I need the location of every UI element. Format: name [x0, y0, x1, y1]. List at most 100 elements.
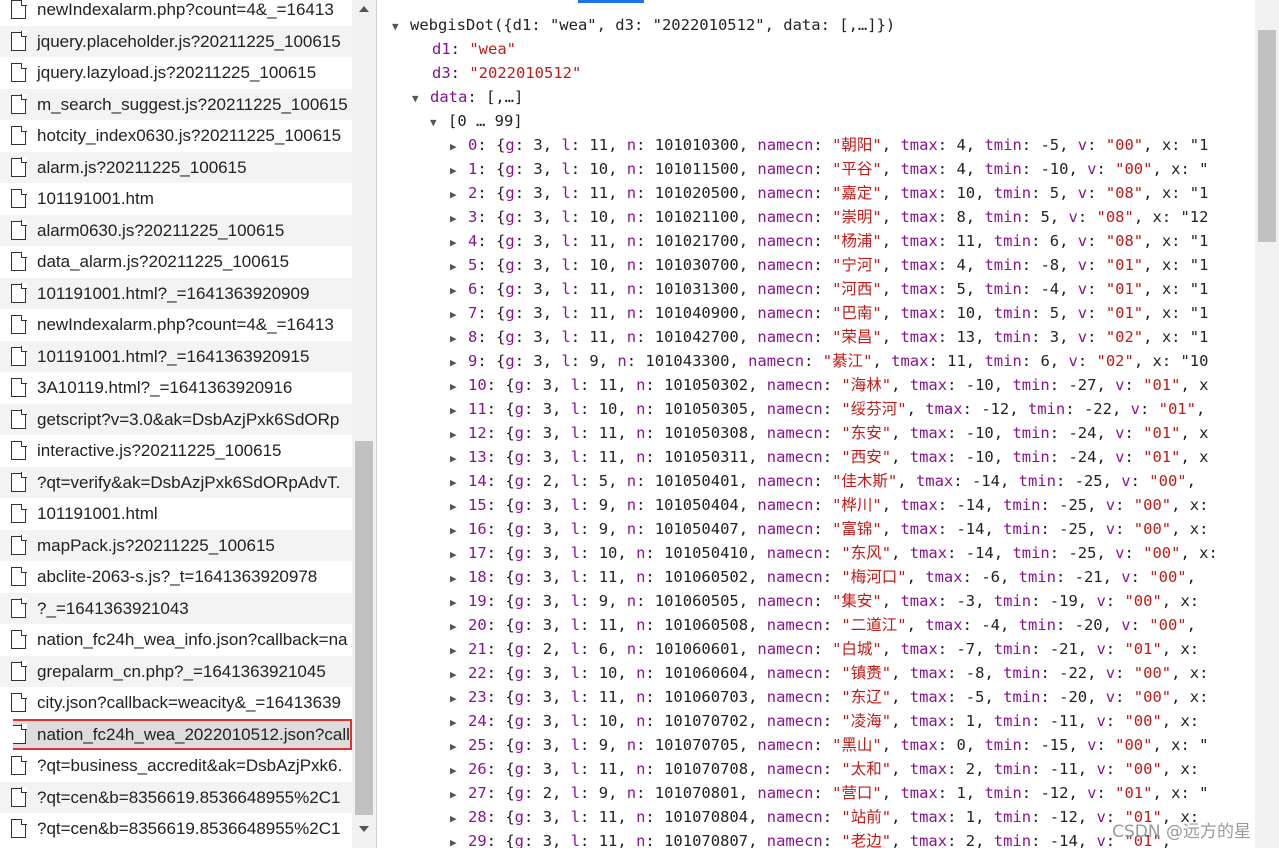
- scrollbar-thumb[interactable]: [355, 441, 373, 815]
- collapsed-triangle-icon[interactable]: ▶: [450, 495, 468, 519]
- request-row[interactable]: alarm0630.js?20211225_100615: [0, 214, 352, 246]
- collapsed-triangle-icon[interactable]: ▶: [450, 207, 468, 231]
- request-row[interactable]: jquery.lazyload.js?20211225_100615: [0, 57, 352, 89]
- request-row[interactable]: ?qt=cen&b=8356619.8536648955%2C1: [0, 813, 352, 845]
- entry-row[interactable]: ▶ 23: {g: 3, l: 11, n: 101060703, namecn:…: [378, 685, 1258, 709]
- collapsed-triangle-icon[interactable]: ▶: [450, 543, 468, 567]
- entry-row[interactable]: ▶ 1: {g: 3, l: 10, n: 101011500, namecn: …: [378, 157, 1258, 181]
- request-row[interactable]: ?qt=verify&ak=DsbAzjPxk6SdORpAdvT.: [0, 466, 352, 498]
- entry-row[interactable]: ▶ 26: {g: 3, l: 11, n: 101070708, namecn:…: [378, 757, 1258, 781]
- value-l: 11: [598, 688, 618, 706]
- collapsed-triangle-icon[interactable]: ▶: [450, 591, 468, 615]
- entry-row[interactable]: ▶ 24: {g: 3, l: 10, n: 101070702, namecn:…: [378, 709, 1258, 733]
- request-row[interactable]: 101191001.html?_=1641363920915: [0, 340, 352, 372]
- collapsed-triangle-icon[interactable]: ▶: [450, 135, 468, 159]
- request-row[interactable]: nation_fc24h_wea_info.json?callback=na: [0, 624, 352, 656]
- expand-triangle-icon[interactable]: ▼: [412, 87, 430, 111]
- request-row[interactable]: 3A10119.html?_=1641363920916: [0, 372, 352, 404]
- collapsed-triangle-icon[interactable]: ▶: [450, 663, 468, 687]
- request-row[interactable]: interactive.js?20211225_100615: [0, 435, 352, 467]
- entry-row[interactable]: ▶ 20: {g: 3, l: 11, n: 101060508, namecn:…: [378, 613, 1258, 637]
- collapsed-triangle-icon[interactable]: ▶: [450, 255, 468, 279]
- collapsed-triangle-icon[interactable]: ▶: [450, 567, 468, 591]
- request-row[interactable]: nation_fc24h_wea_2022010512.json?call: [0, 718, 352, 750]
- collapsed-triangle-icon[interactable]: ▶: [450, 831, 468, 848]
- preview-scrollbar[interactable]: [1255, 0, 1279, 848]
- collapsed-triangle-icon[interactable]: ▶: [450, 615, 468, 639]
- request-row[interactable]: 101191001.htm: [0, 183, 352, 215]
- request-row[interactable]: city.json?callback=weacity&_=16413639: [0, 687, 352, 719]
- entry-row[interactable]: ▶ 16: {g: 3, l: 9, n: 101050407, namecn: …: [378, 517, 1258, 541]
- entry-row[interactable]: ▶ 5: {g: 3, l: 10, n: 101030700, namecn: …: [378, 253, 1258, 277]
- collapsed-triangle-icon[interactable]: ▶: [450, 159, 468, 183]
- collapsed-triangle-icon[interactable]: ▶: [450, 303, 468, 327]
- request-row[interactable]: alarm.js?20211225_100615: [0, 151, 352, 183]
- scroll-down-arrow-icon[interactable]: [359, 826, 369, 832]
- collapsed-triangle-icon[interactable]: ▶: [450, 447, 468, 471]
- entry-row[interactable]: ▶ 11: {g: 3, l: 10, n: 101050305, namecn:…: [378, 397, 1258, 421]
- request-row[interactable]: ?_=1641363921043: [0, 592, 352, 624]
- request-row[interactable]: getscript?v=3.0&ak=DsbAzjPxk6SdORp: [0, 403, 352, 435]
- expand-triangle-icon[interactable]: ▼: [392, 15, 410, 39]
- entry-row[interactable]: ▶ 2: {g: 3, l: 11, n: 101020500, namecn: …: [378, 181, 1258, 205]
- collapsed-triangle-icon[interactable]: ▶: [450, 639, 468, 663]
- punct: :: [636, 736, 655, 754]
- scrollbar-thumb[interactable]: [1258, 30, 1276, 242]
- collapsed-triangle-icon[interactable]: ▶: [450, 735, 468, 759]
- entry-row[interactable]: ▶ 25: {g: 3, l: 9, n: 101070705, namecn: …: [378, 733, 1258, 757]
- request-row[interactable]: ?qt=cen&b=8356619.8536648955%2C1: [0, 781, 352, 813]
- entry-row[interactable]: ▶ 22: {g: 3, l: 10, n: 101060604, namecn:…: [378, 661, 1258, 685]
- request-row[interactable]: abclite-2063-s.js?_t=1641363920978: [0, 561, 352, 593]
- tree-root-node[interactable]: ▼ webgisDot({d1: "wea", d3: "2022010512",…: [378, 13, 1258, 37]
- entry-row[interactable]: ▶ 21: {g: 2, l: 6, n: 101060601, namecn: …: [378, 637, 1258, 661]
- entry-row[interactable]: ▶ 7: {g: 3, l: 11, n: 101040900, namecn: …: [378, 301, 1258, 325]
- request-row[interactable]: data_alarm.js?20211225_100615: [0, 246, 352, 278]
- collapsed-triangle-icon[interactable]: ▶: [450, 711, 468, 735]
- entry-row[interactable]: ▶ 8: {g: 3, l: 11, n: 101042700, namecn: …: [378, 325, 1258, 349]
- collapsed-triangle-icon[interactable]: ▶: [450, 783, 468, 807]
- collapsed-triangle-icon[interactable]: ▶: [450, 807, 468, 831]
- collapsed-triangle-icon[interactable]: ▶: [450, 519, 468, 543]
- entry-row[interactable]: ▶ 15: {g: 3, l: 9, n: 101050404, namecn: …: [378, 493, 1258, 517]
- request-row[interactable]: newIndexalarm.php?count=4&_=16413: [0, 0, 352, 26]
- entry-row[interactable]: ▶ 19: {g: 3, l: 9, n: 101060505, namecn: …: [378, 589, 1258, 613]
- entry-row[interactable]: ▶ 17: {g: 3, l: 10, n: 101050410, namecn:…: [378, 541, 1258, 565]
- collapsed-triangle-icon[interactable]: ▶: [450, 351, 468, 375]
- collapsed-triangle-icon[interactable]: ▶: [450, 183, 468, 207]
- request-row[interactable]: m_search_suggest.js?20211225_100615: [0, 88, 352, 120]
- request-row[interactable]: newIndexalarm.php?count=4&_=16413: [0, 309, 352, 341]
- entry-row[interactable]: ▶ 10: {g: 3, l: 11, n: 101050302, namecn:…: [378, 373, 1258, 397]
- scroll-up-arrow-icon[interactable]: [359, 6, 369, 12]
- collapsed-triangle-icon[interactable]: ▶: [450, 399, 468, 423]
- request-list-scrollbar[interactable]: [352, 0, 376, 848]
- punct: :: [1040, 664, 1060, 682]
- collapsed-triangle-icon[interactable]: ▶: [450, 375, 468, 399]
- entry-row[interactable]: ▶ 14: {g: 2, l: 5, n: 101050401, namecn: …: [378, 469, 1258, 493]
- entry-row[interactable]: ▶ 13: {g: 3, l: 11, n: 101050311, namecn:…: [378, 445, 1258, 469]
- collapsed-triangle-icon[interactable]: ▶: [450, 279, 468, 303]
- tree-node-range[interactable]: ▼ [0 … 99]: [378, 109, 1258, 133]
- entry-row[interactable]: ▶ 4: {g: 3, l: 11, n: 101021700, namecn: …: [378, 229, 1258, 253]
- entry-row[interactable]: ▶ 0: {g: 3, l: 11, n: 101010300, namecn: …: [378, 133, 1258, 157]
- entry-row[interactable]: ▶ 9: {g: 3, l: 9, n: 101043300, namecn: "…: [378, 349, 1258, 373]
- request-row[interactable]: 101191001.html?_=1641363920909: [0, 277, 352, 309]
- entry-row[interactable]: ▶ 12: {g: 3, l: 11, n: 101050308, namecn:…: [378, 421, 1258, 445]
- collapsed-triangle-icon[interactable]: ▶: [450, 687, 468, 711]
- entry-row[interactable]: ▶ 3: {g: 3, l: 10, n: 101021100, namecn: …: [378, 205, 1258, 229]
- collapsed-triangle-icon[interactable]: ▶: [450, 759, 468, 783]
- collapsed-triangle-icon[interactable]: ▶: [450, 471, 468, 495]
- entry-row[interactable]: ▶ 27: {g: 2, l: 9, n: 101070801, namecn: …: [378, 781, 1258, 805]
- collapsed-triangle-icon[interactable]: ▶: [450, 423, 468, 447]
- tree-node-data[interactable]: ▼ data: [,…]: [378, 85, 1258, 109]
- collapsed-triangle-icon[interactable]: ▶: [450, 231, 468, 255]
- request-row[interactable]: mapPack.js?20211225_100615: [0, 529, 352, 561]
- expand-triangle-icon[interactable]: ▼: [430, 111, 448, 135]
- request-row[interactable]: hotcity_index0630.js?20211225_100615: [0, 120, 352, 152]
- entry-row[interactable]: ▶ 18: {g: 3, l: 11, n: 101060502, namecn:…: [378, 565, 1258, 589]
- request-row[interactable]: 101191001.html: [0, 498, 352, 530]
- entry-row[interactable]: ▶ 6: {g: 3, l: 11, n: 101031300, namecn: …: [378, 277, 1258, 301]
- request-row[interactable]: jquery.placeholder.js?20211225_100615: [0, 25, 352, 57]
- collapsed-triangle-icon[interactable]: ▶: [450, 327, 468, 351]
- request-row[interactable]: ?qt=business_accredit&ak=DsbAzjPxk6.: [0, 750, 352, 782]
- request-row[interactable]: grepalarm_cn.php?_=1641363921045: [0, 655, 352, 687]
